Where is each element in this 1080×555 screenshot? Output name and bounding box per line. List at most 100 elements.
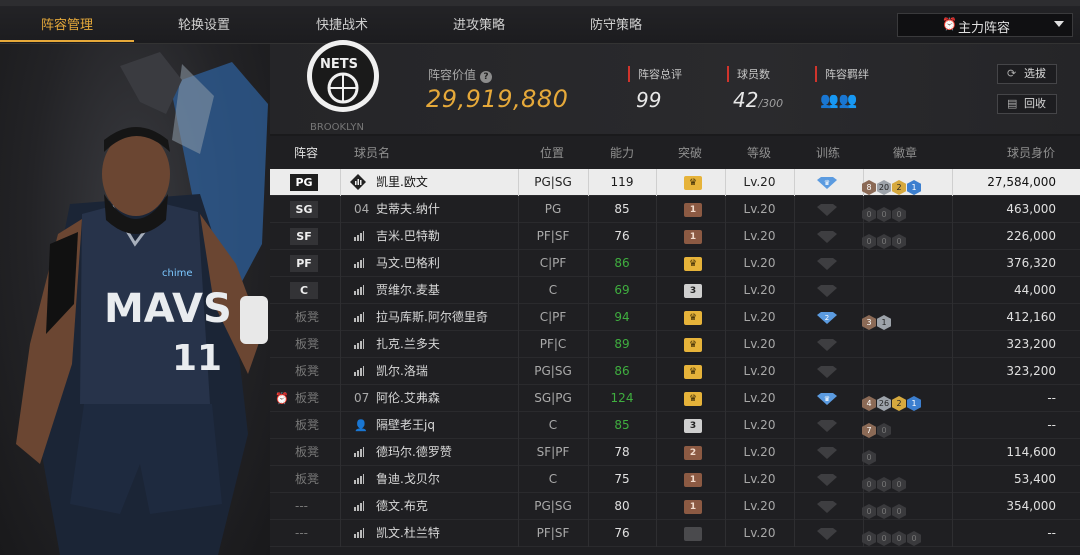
signal-bars-icon — [354, 447, 364, 457]
help-icon[interactable]: ? — [480, 71, 493, 83]
badge-icon: 0 — [892, 477, 906, 492]
player-name[interactable]: 贾维尔.麦基 — [376, 277, 440, 304]
jersey-prefix: 04 — [354, 202, 370, 216]
player-name[interactable]: 凯尔.洛瑞 — [376, 358, 428, 385]
top-tab-bar: 阵容管理 轮换设置 快捷战术 进攻策略 防守策略 ⏰ 主力阵容 — [0, 0, 1080, 44]
badge-list[interactable]: 0 — [862, 445, 877, 465]
col-name: 球员名 — [354, 146, 391, 160]
table-row[interactable]: SG 04 史蒂夫.纳什 PG 85 1 Lv.20 0 0 0 463,000 — [270, 196, 1080, 223]
player-position: PG — [544, 202, 562, 216]
badge-list[interactable]: 000 — [862, 499, 907, 519]
tab-rotation-settings[interactable]: 轮换设置 — [134, 12, 274, 40]
badge-list[interactable]: 4 26 2 1 — [862, 391, 922, 411]
active-tab-indicator — [0, 40, 134, 42]
badge-list[interactable]: 000 — [862, 202, 907, 222]
training-icon: 2 — [817, 312, 837, 324]
badge-list[interactable]: 8 20 2 1 — [862, 175, 922, 195]
badge-list[interactable]: 0000 — [862, 526, 922, 546]
player-name[interactable]: 凯文.杜兰特 — [376, 520, 440, 547]
badge-icon: 26 — [877, 396, 891, 411]
alarm-icon: ⏰ — [275, 392, 289, 405]
lineup-slot-badge[interactable]: SG — [290, 201, 318, 218]
tab-quick-tactics[interactable]: 快捷战术 — [274, 12, 410, 40]
column-divider — [794, 277, 795, 304]
recycle-button[interactable]: ▤ 回收 — [997, 94, 1057, 114]
badge-list[interactable]: 000 — [862, 472, 907, 492]
training-icon — [817, 447, 837, 459]
column-divider — [863, 250, 864, 277]
signal-bars-icon — [354, 528, 364, 538]
table-row[interactable]: 板凳 👤 隔壁老王jq C 85 3 Lv.20 7 0 -- — [270, 412, 1080, 439]
player-name[interactable]: 拉马库斯.阿尔德里奇 — [376, 304, 488, 331]
player-count-max: /300 — [758, 97, 784, 110]
column-divider — [656, 331, 657, 358]
lineup-slot-badge[interactable]: PG — [290, 174, 318, 191]
player-name[interactable]: 德文.布克 — [376, 493, 428, 520]
jersey-number: 11 — [172, 338, 222, 379]
player-name[interactable]: 史蒂夫.纳什 — [376, 196, 440, 223]
player-level: Lv.20 — [743, 256, 776, 270]
table-row[interactable]: 板凳 德玛尔.德罗赞 SF|PF 78 2 Lv.20 0 114,600 — [270, 439, 1080, 466]
table-row[interactable]: --- 凯文.杜兰特 PF|SF 76 Lv.20 0 0 0 0 -- — [270, 520, 1080, 547]
table-row[interactable]: PG 凯里.欧文 PG|SG 119 ♛ Lv.20 ♛ 8 20 2 1 27,584,000 — [270, 169, 1080, 196]
column-divider — [952, 358, 953, 385]
table-row[interactable]: 板凳 拉马库斯.阿尔德里奇 C|PF 94 ♛ Lv.20 2 3 1 412,160 — [270, 304, 1080, 331]
column-divider — [794, 493, 795, 520]
badge-icon: 8 — [862, 180, 876, 195]
player-ability: 119 — [610, 175, 634, 189]
column-divider — [952, 169, 953, 196]
column-divider — [952, 196, 953, 223]
badge-list[interactable]: 70 — [862, 418, 892, 438]
table-row[interactable]: SF 吉米.巴特勒 PF|SF 76 1 Lv.20 0 0 0 226,000 — [270, 223, 1080, 250]
player-value: 323,200 — [1006, 337, 1056, 351]
column-divider — [340, 412, 341, 439]
column-divider — [863, 331, 864, 358]
training-icon — [817, 285, 837, 297]
tab-offense-strategy[interactable]: 进攻策略 — [410, 12, 548, 40]
training-icon: ♛ — [817, 393, 837, 405]
pick-button[interactable]: ⟳ 选拔 — [997, 64, 1057, 84]
training-icon — [817, 204, 837, 216]
player-name[interactable]: 吉米.巴特勒 — [376, 223, 440, 250]
player-position: PF|SF — [536, 526, 570, 540]
column-divider — [952, 493, 953, 520]
table-row[interactable]: PF 马文.巴格利 C|PF 86 ♛ Lv.20 376,320 — [270, 250, 1080, 277]
breakthrough-badge — [684, 527, 702, 541]
bond-icons[interactable]: 👥👥 — [820, 91, 857, 109]
lineup-slot-badge[interactable]: C — [290, 282, 318, 299]
table-row[interactable]: 板凳 凯尔.洛瑞 PG|SG 86 ♛ Lv.20 323,200 — [270, 358, 1080, 385]
col-training: 训练 — [816, 146, 841, 160]
badge-list[interactable]: 000 — [862, 229, 907, 249]
player-name[interactable]: 鲁迪.戈贝尔 — [376, 466, 440, 493]
table-row[interactable]: 板凳 扎克.兰多夫 PF|C 89 ♛ Lv.20 323,200 — [270, 331, 1080, 358]
refresh-icon: ⟳ — [1007, 67, 1017, 80]
column-divider — [794, 358, 795, 385]
player-name[interactable]: 凯里.欧文 — [376, 169, 428, 196]
lineup-slot-badge[interactable]: PF — [290, 255, 318, 272]
top-strip — [0, 0, 1080, 6]
player-ability: 76 — [614, 526, 630, 540]
signal-bars-icon — [354, 258, 364, 268]
table-row[interactable]: C 贾维尔.麦基 C 69 3 Lv.20 44,000 — [270, 277, 1080, 304]
column-divider — [794, 169, 795, 196]
training-icon — [817, 339, 837, 351]
tab-defense-strategy[interactable]: 防守策略 — [548, 12, 684, 40]
player-name[interactable]: 阿伦.艾弗森 — [376, 385, 440, 412]
table-row[interactable]: --- 德文.布克 PG|SG 80 1 Lv.20 0 0 0 354,000 — [270, 493, 1080, 520]
player-name[interactable]: 马文.巴格利 — [376, 250, 440, 277]
table-row[interactable]: ⏰ 板凳 07 阿伦.艾弗森 SG|PG 124 ♛ Lv.20 ♛ 4 26 2 1 -- — [270, 385, 1080, 412]
lineup-dropdown[interactable]: ⏰ 主力阵容 — [897, 13, 1073, 37]
lineup-slot-badge[interactable]: SF — [290, 228, 318, 245]
lineup-slot-bench: --- — [295, 499, 308, 513]
table-row[interactable]: 板凳 鲁迪.戈贝尔 C 75 1 Lv.20 0 0 0 53,400 — [270, 466, 1080, 493]
col-level: 等级 — [747, 146, 772, 160]
badge-icon: 1 — [877, 315, 891, 330]
player-name[interactable]: 隔壁老王jq — [376, 412, 435, 439]
player-name[interactable]: 扎克.兰多夫 — [376, 331, 440, 358]
player-name[interactable]: 德玛尔.德罗赞 — [376, 439, 452, 466]
bond-group-icon-1: 👥 — [820, 91, 839, 109]
badge-list[interactable]: 31 — [862, 310, 892, 330]
tab-lineup-management[interactable]: 阵容管理 — [0, 12, 134, 40]
jersey-text: MAVS — [104, 286, 232, 332]
column-divider — [340, 439, 341, 466]
